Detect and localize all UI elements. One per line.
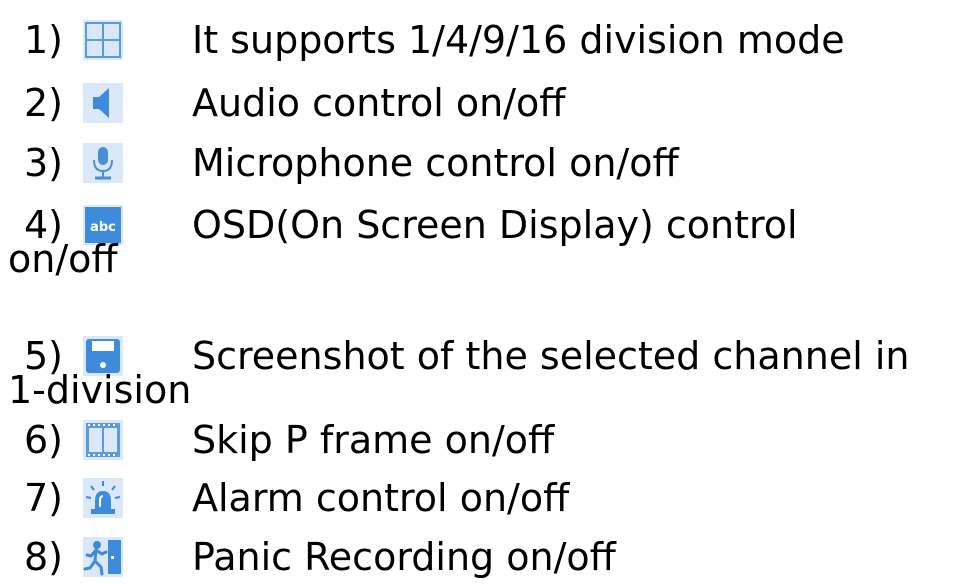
panic-exit-icon (82, 536, 124, 578)
film-frame-icon (82, 419, 124, 461)
item-description: It supports 1/4/9/16 division mode (192, 18, 845, 62)
item-description-continuation: on/off (8, 237, 118, 281)
item-description: Microphone control on/off (192, 141, 679, 185)
item-number: 3) (24, 141, 64, 185)
item-description: OSD(On Screen Display) control (192, 203, 798, 247)
item-description-continuation: 1-division (8, 368, 192, 412)
item-number: 1) (24, 18, 64, 62)
alarm-siren-icon (82, 477, 124, 519)
item-description: Screenshot of the selected channel in (192, 334, 910, 378)
speaker-icon (82, 82, 124, 124)
item-number: 8) (24, 535, 64, 579)
item-description: Audio control on/off (192, 81, 566, 125)
item-description: Panic Recording on/off (192, 535, 616, 579)
item-number: 7) (24, 476, 64, 520)
grid-four-split-icon (82, 19, 124, 61)
item-description: Skip P frame on/off (192, 418, 555, 462)
svg-text:abc: abc (90, 220, 116, 235)
microphone-icon (82, 142, 124, 184)
item-number: 2) (24, 81, 64, 125)
item-description: Alarm control on/off (192, 476, 570, 520)
item-number: 6) (24, 418, 64, 462)
